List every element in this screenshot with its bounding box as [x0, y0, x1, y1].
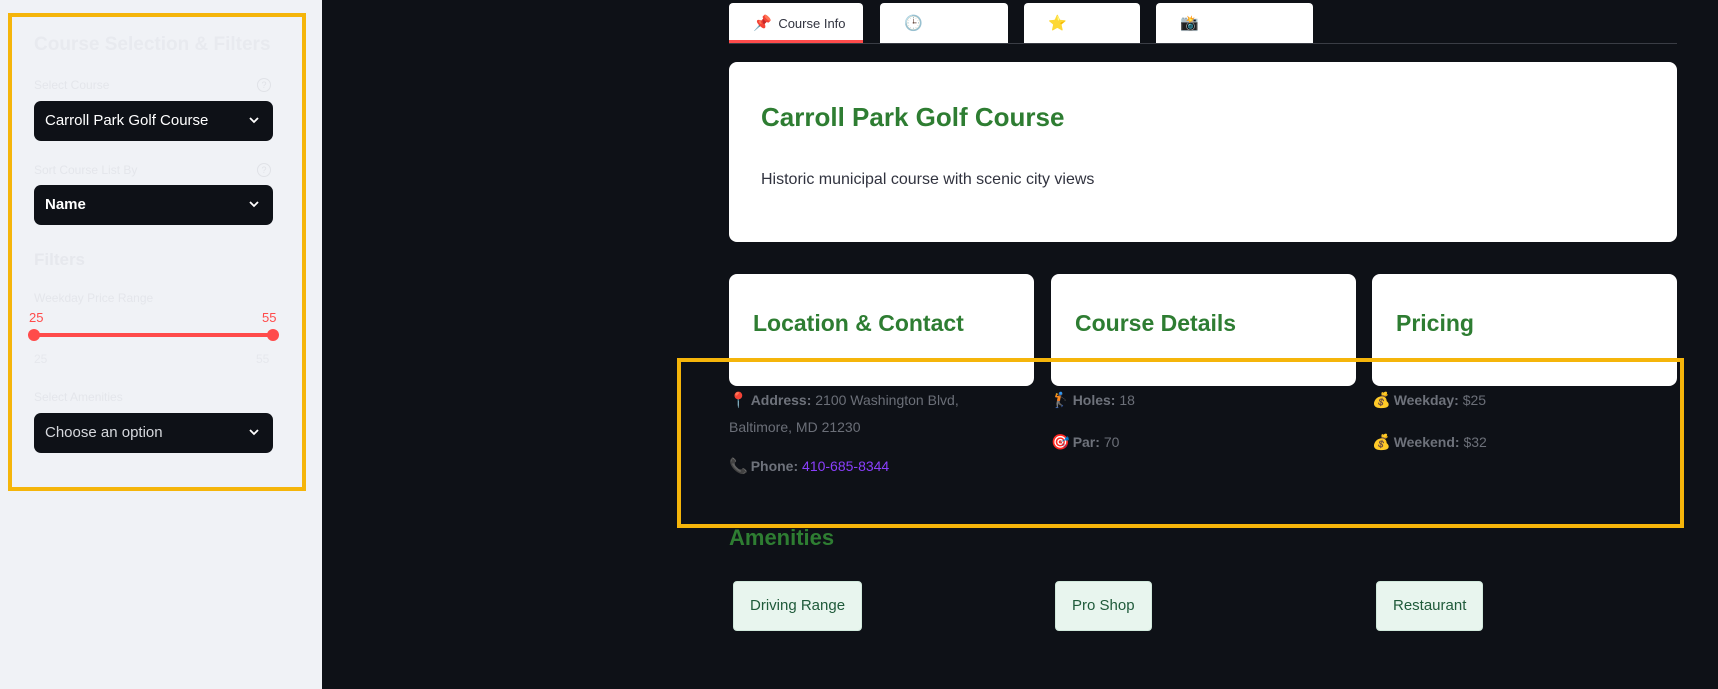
- tab-photos[interactable]: 📸: [1156, 3, 1313, 43]
- clock-icon: 🕒: [904, 15, 923, 32]
- location-title: Location & Contact: [753, 310, 964, 336]
- course-description: Historic municipal course with scenic ci…: [761, 171, 1095, 188]
- amenity-chip: Driving Range: [733, 581, 863, 631]
- camera-icon: 📸: [1180, 15, 1199, 32]
- tab-course-info[interactable]: 📌 Course Info: [729, 3, 863, 43]
- tab-reviews[interactable]: ⭐: [1024, 3, 1140, 43]
- star-icon: ⭐: [1048, 15, 1067, 32]
- sidebar-highlight-box: [8, 13, 306, 491]
- tab-divider: [729, 43, 1677, 44]
- pricing-title: Pricing: [1396, 310, 1474, 336]
- amenity-chip: Restaurant: [1376, 581, 1484, 631]
- tab-schedule[interactable]: 🕒: [880, 3, 1008, 43]
- pin-icon: 📌: [753, 15, 772, 32]
- course-hero-card: Carroll Park Golf Course Historic munici…: [729, 62, 1677, 242]
- tab-label: Course Info: [778, 16, 846, 31]
- amenities-title: Amenities: [729, 525, 835, 550]
- amenity-chip: Pro Shop: [1055, 581, 1152, 631]
- course-title: Carroll Park Golf Course: [761, 102, 1065, 132]
- details-highlight-box: [677, 358, 1684, 528]
- course-details-title: Course Details: [1075, 310, 1237, 336]
